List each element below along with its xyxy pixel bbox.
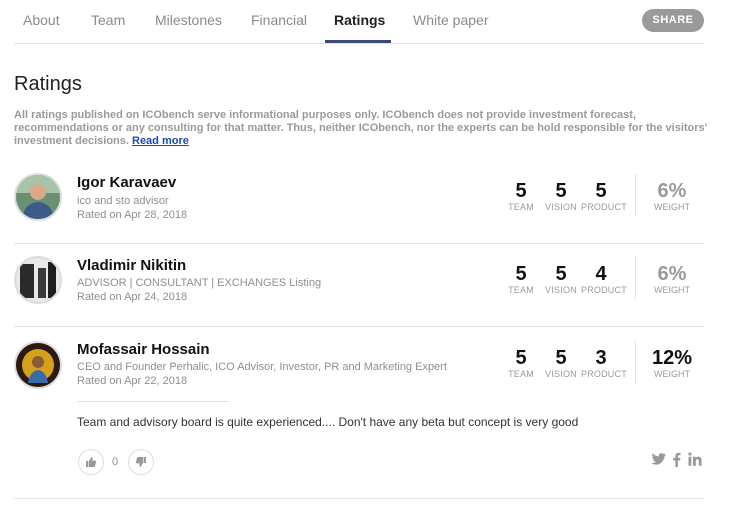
vision-score-label: VISION xyxy=(545,369,577,379)
tab-ratings[interactable]: Ratings xyxy=(334,12,385,28)
disclaimer-text: All ratings published on ICObench serve … xyxy=(14,109,708,147)
team-score: 5 TEAM xyxy=(501,263,541,295)
thumbs-down-icon xyxy=(135,457,146,467)
product-score: 3 PRODUCT xyxy=(581,347,627,379)
expert-role: ico and sto advisor xyxy=(77,195,169,207)
page-title: Ratings xyxy=(14,73,82,95)
review-separator xyxy=(77,401,229,402)
product-score-value: 3 xyxy=(595,347,607,369)
tab-team[interactable]: Team xyxy=(91,12,125,28)
team-score-value: 5 xyxy=(515,263,527,285)
weight-score: 6% WEIGHT xyxy=(642,180,702,212)
weight-score: 12% WEIGHT xyxy=(642,347,702,379)
team-score-value: 5 xyxy=(515,347,527,369)
rating-row: Mofassair Hossain CEO and Founder Perhal… xyxy=(14,336,704,396)
vote-count: 0 xyxy=(112,456,119,468)
disclaimer: All ratings published on ICObench serve … xyxy=(14,109,714,148)
expert-name[interactable]: Vladimir Nikitin xyxy=(77,257,186,274)
read-more-link[interactable]: Read more xyxy=(132,135,189,147)
weight-value: 6% xyxy=(657,180,687,202)
row-divider xyxy=(14,498,704,499)
share-button[interactable]: SHARE xyxy=(642,9,704,32)
active-tab-indicator xyxy=(325,40,391,43)
score-divider xyxy=(635,257,636,299)
product-score-label: PRODUCT xyxy=(581,369,627,379)
vision-score: 5 VISION xyxy=(541,180,581,212)
row-divider xyxy=(14,243,704,244)
weight-label: WEIGHT xyxy=(654,285,690,295)
weight-label: WEIGHT xyxy=(654,369,690,379)
thumbs-up-icon xyxy=(86,457,97,467)
review-text: Team and advisory board is quite experie… xyxy=(77,415,579,429)
team-score: 5 TEAM xyxy=(501,347,541,379)
expert-role: ADVISOR | CONSULTANT | EXCHANGES Listing xyxy=(77,277,322,289)
team-score-label: TEAM xyxy=(508,285,534,295)
tab-about[interactable]: About xyxy=(23,12,60,28)
team-score: 5 TEAM xyxy=(501,180,541,212)
linkedin-icon[interactable] xyxy=(688,452,702,471)
avatar[interactable] xyxy=(14,173,62,221)
product-score: 4 PRODUCT xyxy=(581,263,627,295)
rating-date: Rated on Apr 24, 2018 xyxy=(77,291,188,303)
product-score: 5 PRODUCT xyxy=(581,180,627,212)
facebook-icon[interactable] xyxy=(672,452,681,472)
row-divider xyxy=(14,326,704,327)
score-divider xyxy=(635,174,636,216)
tab-financial[interactable]: Financial xyxy=(251,12,307,28)
vision-score-value: 5 xyxy=(555,263,567,285)
rating-date: Rated on Apr 28, 2018 xyxy=(77,209,188,221)
product-score-label: PRODUCT xyxy=(581,202,627,212)
product-score-value: 4 xyxy=(595,263,607,285)
expert-role: CEO and Founder Perhalic, ICO Advisor, I… xyxy=(77,361,447,373)
team-score-label: TEAM xyxy=(508,369,534,379)
vision-score-label: VISION xyxy=(545,202,577,212)
rating-row: Igor Karavaev ico and sto advisor Rated … xyxy=(14,170,704,230)
vision-score-value: 5 xyxy=(555,180,567,202)
score-divider xyxy=(635,341,636,383)
expert-name[interactable]: Igor Karavaev xyxy=(77,174,176,191)
tab-milestones[interactable]: Milestones xyxy=(155,12,222,28)
tab-bar: About Team Milestones Financial Ratings … xyxy=(14,0,704,44)
weight-value: 6% xyxy=(657,263,687,285)
expert-name[interactable]: Mofassair Hossain xyxy=(77,341,210,358)
weight-label: WEIGHT xyxy=(654,202,690,212)
downvote-button[interactable] xyxy=(128,449,154,475)
team-score-label: TEAM xyxy=(508,202,534,212)
product-score-label: PRODUCT xyxy=(581,285,627,295)
tab-white-paper[interactable]: White paper xyxy=(413,12,488,28)
twitter-icon[interactable] xyxy=(651,452,666,471)
vision-score-value: 5 xyxy=(555,347,567,369)
rating-date: Rated on Apr 22, 2018 xyxy=(77,375,188,387)
avatar[interactable] xyxy=(14,341,62,389)
product-score-value: 5 xyxy=(595,180,607,202)
vision-score-label: VISION xyxy=(545,285,577,295)
vision-score: 5 VISION xyxy=(541,347,581,379)
team-score-value: 5 xyxy=(515,180,527,202)
weight-score: 6% WEIGHT xyxy=(642,263,702,295)
avatar[interactable] xyxy=(14,256,62,304)
vision-score: 5 VISION xyxy=(541,263,581,295)
weight-value: 12% xyxy=(651,347,693,369)
upvote-button[interactable] xyxy=(78,449,104,475)
rating-row: Vladimir Nikitin ADVISOR | CONSULTANT | … xyxy=(14,253,704,313)
